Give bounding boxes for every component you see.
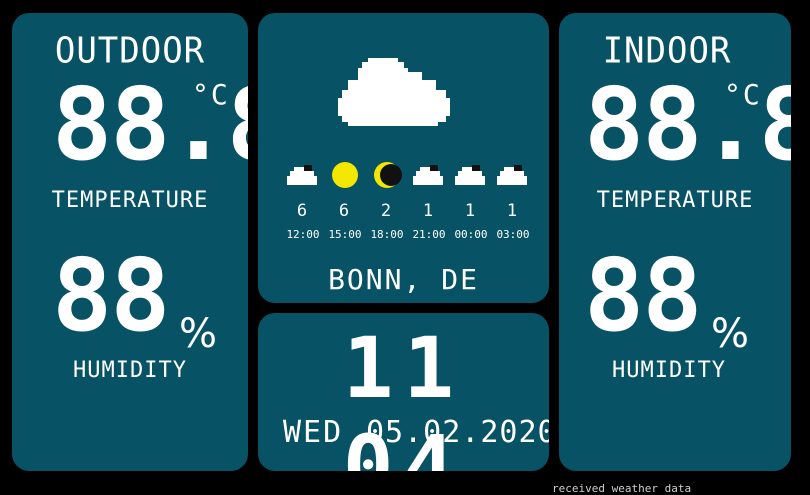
terminal-footer-text: received weather data [552, 482, 692, 495]
cloud-icon [338, 58, 450, 126]
city-name: BONN, DE [328, 263, 479, 296]
weather-station-window: OUTDOOR 88.8 °C TEMPERATURE 88 % HUMIDIT… [0, 0, 800, 480]
date: 05.02.2020 [366, 415, 549, 450]
moon-icon [374, 162, 402, 188]
forecast-value: 1 [464, 201, 478, 221]
weather-panel: 6 6 2 1 1 1 12:00 15:00 18:00 21:00 00:0… [258, 13, 549, 303]
indoor-temperature-unit: °C [724, 78, 762, 111]
sun-icon [332, 162, 358, 188]
indoor-panel: INDOOR 88.8 °C TEMPERATURE 88 % HUMIDITY [559, 13, 791, 471]
forecast-value: 1 [506, 201, 520, 221]
forecast-time: 12:00 [286, 228, 320, 241]
forecast-value: 1 [422, 201, 436, 221]
outdoor-humidity-value: 88 [52, 237, 170, 354]
forecast-value: 2 [380, 201, 394, 221]
cloud-icon [287, 165, 317, 185]
cloud-icon [455, 165, 485, 185]
indoor-humidity-value: 88 [584, 237, 702, 354]
forecast-value: 6 [296, 201, 310, 221]
indoor-humidity-unit: % [711, 311, 750, 357]
cloud-icon [497, 165, 527, 185]
forecast-time: 21:00 [412, 228, 446, 241]
outdoor-temperature-label: TEMPERATURE [51, 188, 209, 213]
forecast-time: 00:00 [454, 228, 488, 241]
forecast-time: 18:00 [370, 228, 404, 241]
forecast-value: 6 [338, 201, 352, 221]
outdoor-humidity-unit: % [179, 311, 218, 357]
indoor-humidity-label: HUMIDITY [612, 358, 726, 383]
cloud-icon [413, 165, 443, 185]
clock-panel: 11 04 WED 05.02.2020 [258, 313, 549, 471]
outdoor-panel: OUTDOOR 88.8 °C TEMPERATURE 88 % HUMIDIT… [12, 13, 248, 471]
weekday: WED [283, 415, 344, 450]
indoor-temperature-label: TEMPERATURE [596, 188, 754, 213]
forecast-time: 15:00 [328, 228, 362, 241]
outdoor-humidity-label: HUMIDITY [73, 358, 187, 383]
forecast-time: 03:00 [496, 228, 530, 241]
outdoor-temperature-unit: °C [192, 78, 230, 111]
